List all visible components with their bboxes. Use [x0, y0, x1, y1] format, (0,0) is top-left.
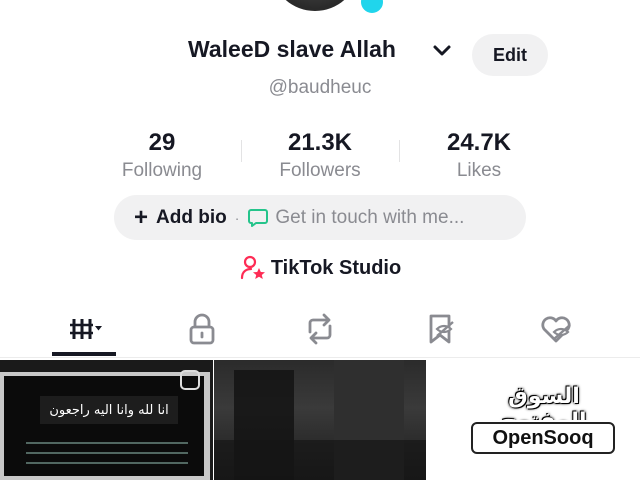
liked-heart-icon: [541, 316, 571, 343]
edit-profile-button[interactable]: Edit: [472, 34, 548, 76]
video-scene-shape: [214, 440, 426, 480]
stat-label: Likes: [456, 160, 502, 181]
tab-liked[interactable]: [492, 300, 620, 358]
chevron-down-icon[interactable]: [432, 42, 452, 60]
profile-handle: @baudheuc: [268, 77, 372, 98]
add-bio-button[interactable]: Add bio: [156, 207, 227, 229]
chat-bubble-icon[interactable]: [247, 207, 269, 229]
video-overlay-text: انا لله وانا اليه راجعون: [40, 396, 178, 424]
profile-stats: 29 Following 21.3K Followers 24.7K Likes: [0, 128, 640, 188]
tab-reposts[interactable]: [256, 300, 384, 358]
repost-icon: [308, 313, 332, 345]
tab-private[interactable]: [138, 300, 266, 358]
favorites-bookmark-icon: [429, 314, 454, 344]
video-thumbnail[interactable]: انا لله وانا اليه راجعون: [0, 360, 213, 480]
plus-icon[interactable]: +: [134, 205, 148, 230]
decorative-text-line: [26, 442, 188, 444]
profile-name-row: WaleeD slave Allah Edit: [0, 34, 640, 76]
tab-videos[interactable]: [22, 300, 150, 358]
studio-person-star-icon: [240, 255, 265, 280]
stat-value: 29: [148, 129, 176, 156]
multi-photo-icon: [180, 370, 200, 390]
decorative-text-line: [26, 452, 188, 454]
tab-favorites[interactable]: [376, 300, 504, 358]
contact-input-placeholder[interactable]: Get in touch with me...: [275, 207, 464, 229]
studio-label: TikTok Studio: [270, 256, 402, 279]
stat-divider: [399, 140, 400, 162]
stat-value: 21.3K: [287, 129, 353, 156]
avatar[interactable]: [270, 0, 360, 14]
add-avatar-plus-icon[interactable]: [358, 0, 386, 16]
bio-pill: + Add bio · Get in touch with me...: [114, 195, 526, 240]
tab-active-indicator: [52, 352, 116, 356]
profile-avatar-area[interactable]: [262, 0, 386, 16]
stat-likes[interactable]: 24.7K Likes: [404, 128, 554, 184]
profile-tabs: [0, 300, 640, 358]
decorative-text-line: [26, 462, 188, 464]
tiktok-studio-link[interactable]: TikTok Studio: [0, 254, 640, 282]
stat-following[interactable]: 29 Following: [87, 128, 237, 184]
stat-label: Followers: [279, 160, 361, 181]
stat-label: Following: [121, 160, 203, 181]
stat-followers[interactable]: 21.3K Followers: [245, 128, 395, 184]
watermark-opensooq-badge: OpenSooq: [471, 422, 615, 454]
stat-value: 24.7K: [446, 129, 512, 156]
separator-dot: ·: [234, 209, 240, 226]
video-thumbnail[interactable]: [214, 360, 426, 480]
lock-icon: [189, 313, 215, 345]
video-grid: انا لله وانا اليه راجعون السوق المفتوح O…: [0, 360, 640, 480]
video-thumbnail[interactable]: السوق المفتوح OpenSooq: [427, 360, 640, 480]
videos-grid-icon: [70, 319, 102, 339]
profile-username[interactable]: WaleeD slave Allah: [188, 36, 396, 63]
stat-divider: [241, 140, 242, 162]
